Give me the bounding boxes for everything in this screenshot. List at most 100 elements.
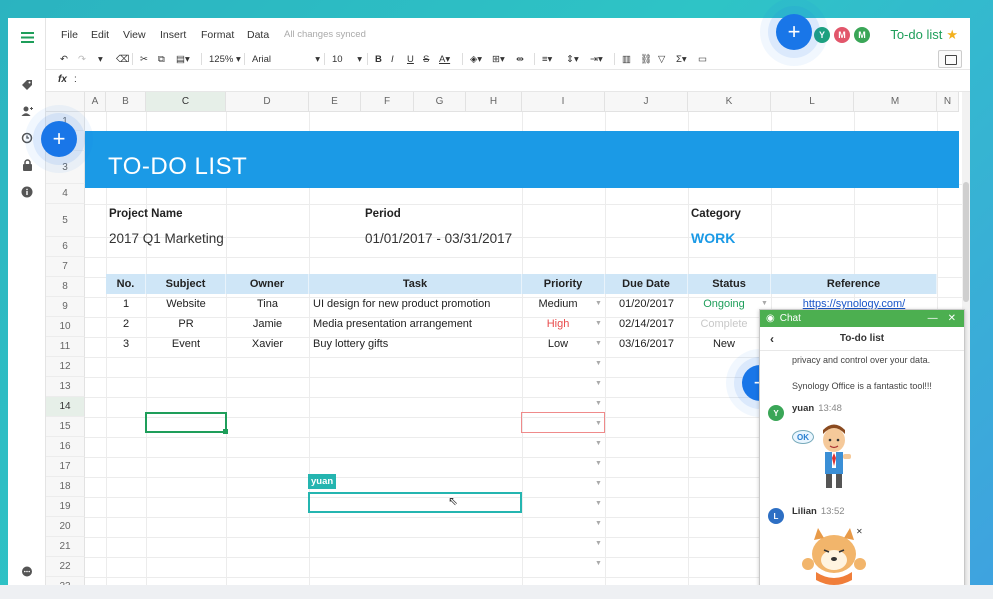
valign-icon[interactable]: ⇕▾ xyxy=(566,51,579,67)
collaborator-avatar[interactable]: M xyxy=(854,27,870,43)
star-icon[interactable]: ★ xyxy=(946,27,958,42)
dropdown-arrow-icon[interactable]: ▼ xyxy=(595,460,602,467)
cell-task[interactable]: Buy lottery gifts xyxy=(313,334,522,354)
tag-icon[interactable] xyxy=(18,76,36,94)
row-header[interactable]: 9 xyxy=(46,297,85,317)
fill-color-icon[interactable]: ◈▾ xyxy=(470,51,482,67)
dropdown-arrow-icon[interactable]: ▼ xyxy=(761,300,768,307)
side-panel-toggle-button[interactable] xyxy=(938,50,962,68)
copy-icon[interactable]: ⧉ xyxy=(158,51,165,67)
collaborator-cell-selection[interactable] xyxy=(308,492,522,513)
row-header[interactable]: 4 xyxy=(46,184,85,204)
paste-icon[interactable]: ▤▾ xyxy=(176,51,190,67)
cell-priority[interactable]: Low xyxy=(522,334,594,354)
chat-avatar[interactable]: L xyxy=(768,508,784,524)
menu-view[interactable]: View xyxy=(123,29,146,41)
cell-subject[interactable]: PR xyxy=(146,314,226,334)
undo-icon[interactable]: ↶ xyxy=(60,51,68,67)
bold-icon[interactable]: B xyxy=(375,51,382,67)
column-header-i[interactable]: I xyxy=(522,92,605,112)
row-header[interactable]: 11 xyxy=(46,337,85,357)
italic-icon[interactable]: I xyxy=(391,51,394,67)
menu-insert[interactable]: Insert xyxy=(160,29,186,41)
column-header-g[interactable]: G xyxy=(414,92,466,112)
row-header[interactable]: 21 xyxy=(46,537,85,557)
menu-format[interactable]: Format xyxy=(201,29,234,41)
dropdown-arrow-icon[interactable]: ▼ xyxy=(595,540,602,547)
zoom-select[interactable]: 125% ▾ xyxy=(209,51,241,67)
filter-icon[interactable]: ▽ xyxy=(658,51,665,67)
column-header-d[interactable]: D xyxy=(226,92,309,112)
text-color-icon[interactable]: A▾ xyxy=(439,51,450,67)
column-header-m[interactable]: M xyxy=(854,92,937,112)
cell-priority[interactable]: Medium xyxy=(522,294,594,314)
column-header-j[interactable]: J xyxy=(605,92,688,112)
borders-icon[interactable]: ⊞▾ xyxy=(492,51,505,67)
dropdown-arrow-icon[interactable]: ▼ xyxy=(595,380,602,387)
row-header[interactable]: 19 xyxy=(46,497,85,517)
scrollbar-thumb[interactable] xyxy=(963,182,969,302)
dropdown-arrow-icon[interactable]: ▼ xyxy=(595,340,602,347)
menu-file[interactable]: File xyxy=(61,29,78,41)
row-header[interactable]: 6 xyxy=(46,237,85,257)
column-header-b[interactable]: B xyxy=(106,92,146,112)
dropdown-arrow-icon[interactable]: ▼ xyxy=(595,440,602,447)
period-value[interactable]: 01/01/2017 - 03/31/2017 xyxy=(365,228,512,248)
row-header[interactable]: 16 xyxy=(46,437,85,457)
column-header-e[interactable]: E xyxy=(309,92,361,112)
row-header[interactable]: 20 xyxy=(46,517,85,537)
font-select[interactable]: Arial ▾ xyxy=(252,51,320,67)
merge-icon[interactable]: ⇹ xyxy=(516,51,524,67)
column-header-k[interactable]: K xyxy=(688,92,771,112)
column-header-h[interactable]: H xyxy=(466,92,522,112)
column-header-l[interactable]: L xyxy=(771,92,854,112)
minimize-icon[interactable]: — xyxy=(928,313,938,324)
menu-data[interactable]: Data xyxy=(247,29,269,41)
row-header[interactable]: 7 xyxy=(46,257,85,277)
row-header[interactable]: 18 xyxy=(46,477,85,497)
row-header[interactable]: 14 xyxy=(46,397,85,417)
dropdown-arrow-icon[interactable]: ▼ xyxy=(595,520,602,527)
cell-status[interactable]: New xyxy=(688,334,760,354)
column-header-n[interactable]: N xyxy=(937,92,959,112)
row-header[interactable]: 10 xyxy=(46,317,85,337)
paint-format-icon[interactable]: ▾ xyxy=(98,51,103,67)
history-icon[interactable] xyxy=(18,129,36,147)
row-header[interactable]: 5 xyxy=(46,204,85,237)
column-header-f[interactable]: F xyxy=(361,92,414,112)
project-name-value[interactable]: 2017 Q1 Marketing xyxy=(109,228,224,248)
strikethrough-icon[interactable]: S xyxy=(423,51,429,67)
dropdown-arrow-icon[interactable]: ▼ xyxy=(595,360,602,367)
chat-avatar[interactable]: Y xyxy=(768,405,784,421)
back-arrow-icon[interactable]: ‹ xyxy=(770,332,774,346)
cell-due-date[interactable]: 02/14/2017 xyxy=(605,314,688,334)
row-header[interactable]: 8 xyxy=(46,277,85,297)
category-value[interactable]: WORK xyxy=(691,228,735,248)
row-header[interactable]: 12 xyxy=(46,357,85,377)
row-header[interactable]: 13 xyxy=(46,377,85,397)
cell-subject[interactable]: Website xyxy=(146,294,226,314)
cell-status[interactable]: Ongoing xyxy=(688,294,760,314)
column-header-c[interactable]: C xyxy=(146,92,226,112)
cell-due-date[interactable]: 03/16/2017 xyxy=(605,334,688,354)
cell-no[interactable]: 1 xyxy=(106,294,146,314)
row-header[interactable]: 3 xyxy=(46,151,85,184)
cut-icon[interactable]: ✂ xyxy=(140,51,148,67)
row-header[interactable]: 15 xyxy=(46,417,85,437)
cell-owner[interactable]: Tina xyxy=(226,294,309,314)
chart-icon[interactable]: ▥ xyxy=(622,51,631,67)
dropdown-arrow-icon[interactable]: ▼ xyxy=(595,300,602,307)
cell-owner[interactable]: Xavier xyxy=(226,334,309,354)
menu-edit[interactable]: Edit xyxy=(91,29,109,41)
add-button[interactable]: + xyxy=(41,121,77,157)
cell-task[interactable]: UI design for new product promotion xyxy=(313,294,522,314)
dropdown-arrow-icon[interactable]: ▼ xyxy=(595,480,602,487)
dropdown-arrow-icon[interactable]: ▼ xyxy=(595,420,602,427)
close-icon[interactable]: ✕ xyxy=(948,313,956,324)
align-icon[interactable]: ≡▾ xyxy=(542,51,552,67)
font-size-select[interactable]: 10 ▾ xyxy=(332,51,362,67)
redo-icon[interactable]: ↷ xyxy=(78,51,86,67)
lock-icon[interactable] xyxy=(18,156,36,174)
document-title[interactable]: To-do list ★ xyxy=(890,27,958,43)
cell-priority[interactable]: High xyxy=(522,314,594,334)
